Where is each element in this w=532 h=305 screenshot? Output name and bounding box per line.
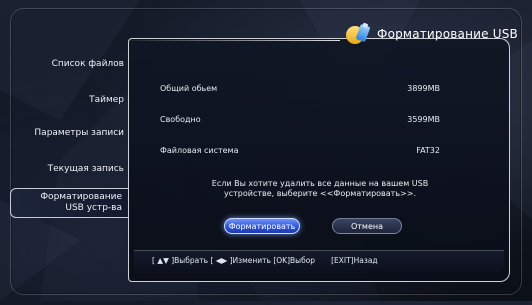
- sidebar-item-label: Параметры записи: [34, 128, 124, 138]
- sidebar-item-label: Список файлов: [51, 59, 124, 69]
- sidebar-item-usb-format[interactable]: Форматирование USB устр-ва: [10, 188, 128, 218]
- sidebar-item-label: Таймер: [89, 95, 124, 105]
- format-usb-panel: [128, 38, 510, 282]
- format-button[interactable]: Форматировать: [224, 218, 300, 234]
- sidebar-item-label: USB устр-ва: [65, 203, 122, 213]
- total-size-label: Общий обьем: [160, 84, 218, 93]
- sidebar-item-file-list[interactable]: Список файлов: [10, 59, 128, 69]
- total-size-value: 3899MB: [407, 84, 440, 93]
- sidebar-item-timer[interactable]: Таймер: [10, 95, 128, 105]
- filesystem-value: FAT32: [416, 146, 440, 155]
- hint-text: [ ▲▼ ]Выбрать [ ◀▶ ]Изменить [OK]Выбор [E…: [152, 256, 378, 265]
- sidebar-item-label: Текущая запись: [47, 164, 124, 174]
- message-line: Если Вы хотите удалить все данные на ваш…: [211, 179, 429, 188]
- message-line: устройстве, выберите <<Форматировать>>.: [223, 189, 416, 198]
- free-space-value: 3599MB: [407, 115, 440, 124]
- info-row-filesystem: Файловая система FAT32: [160, 146, 440, 160]
- filesystem-label: Файловая система: [160, 146, 239, 155]
- sidebar-menu: Список файлов Таймер Параметры записи Те…: [10, 48, 128, 236]
- hint-exit: [EXIT]Назад: [331, 256, 378, 265]
- cancel-button[interactable]: Отмена: [332, 218, 402, 234]
- title-divider: [128, 40, 340, 41]
- sidebar-item-current-recording[interactable]: Текущая запись: [10, 164, 128, 174]
- sidebar-item-record-settings[interactable]: Параметры записи: [10, 128, 128, 138]
- page-title: Форматирование USB: [377, 27, 518, 41]
- usb-format-icon: [346, 22, 370, 44]
- format-warning-message: Если Вы хотите удалить все данные на ваш…: [180, 179, 460, 199]
- page-title-area: Форматирование USB: [345, 20, 518, 48]
- free-space-label: Свободно: [160, 115, 201, 124]
- info-row-free: Свободно 3599MB: [160, 115, 440, 129]
- info-row-total: Общий обьем 3899MB: [160, 84, 440, 98]
- hint-navigation: [ ▲▼ ]Выбрать [ ◀▶ ]Изменить [OK]Выбор: [152, 256, 316, 265]
- sidebar-item-label: Форматирование: [40, 192, 122, 202]
